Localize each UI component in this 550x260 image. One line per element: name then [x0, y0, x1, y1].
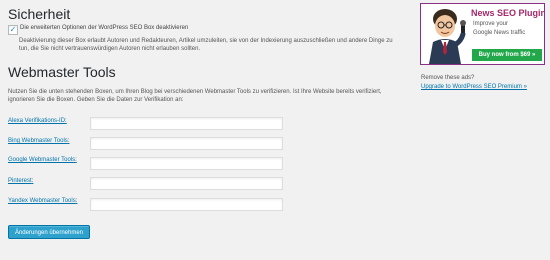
google-webmaster-label[interactable]: Google Webmaster Tools:	[8, 157, 77, 163]
alexa-verification-input[interactable]	[90, 117, 283, 130]
security-description: Deaktivierung dieser Box erlaubt Autoren…	[19, 38, 393, 52]
pinterest-input[interactable]	[90, 177, 283, 190]
ad-title: News SEO Plugin	[471, 8, 545, 18]
pinterest-label[interactable]: Pinterest:	[8, 178, 33, 184]
news-seo-ad-banner[interactable]: News SEO Plugin Improve your Google News…	[420, 3, 545, 65]
ad-tagline-2: Google News traffic	[473, 30, 526, 36]
yandex-webmaster-input[interactable]	[90, 198, 283, 211]
webmaster-tools-intro: Nutzen Sie die unten stehenden Boxen, um…	[8, 89, 382, 103]
save-changes-button[interactable]: Änderungen übernehmen	[8, 225, 90, 239]
google-webmaster-input[interactable]	[90, 157, 283, 170]
disable-advanced-options-label[interactable]: Die erweiterten Optionen der WordPress S…	[20, 25, 188, 31]
bing-webmaster-input[interactable]	[90, 137, 283, 150]
remove-ads-text: Remove these ads?	[421, 75, 475, 81]
security-heading: Sicherheit	[8, 6, 71, 22]
ad-buy-button[interactable]: Buy now from $69 »	[472, 49, 542, 61]
upgrade-premium-link[interactable]: Upgrade to WordPress SEO Premium »	[421, 84, 527, 90]
bing-webmaster-label[interactable]: Bing Webmaster Tools:	[8, 138, 69, 144]
yandex-webmaster-label[interactable]: Yandex Webmaster Tools:	[8, 198, 77, 204]
ad-tagline-1: Improve your	[473, 21, 509, 27]
alexa-verification-label[interactable]: Alexa Verifikations-ID:	[8, 118, 67, 124]
news-reporter-illustration	[429, 9, 466, 64]
webmaster-tools-heading: Webmaster Tools	[8, 64, 116, 80]
disable-advanced-options-checkbox[interactable]: ✓	[8, 25, 18, 35]
checkmark-icon: ✓	[9, 25, 17, 34]
